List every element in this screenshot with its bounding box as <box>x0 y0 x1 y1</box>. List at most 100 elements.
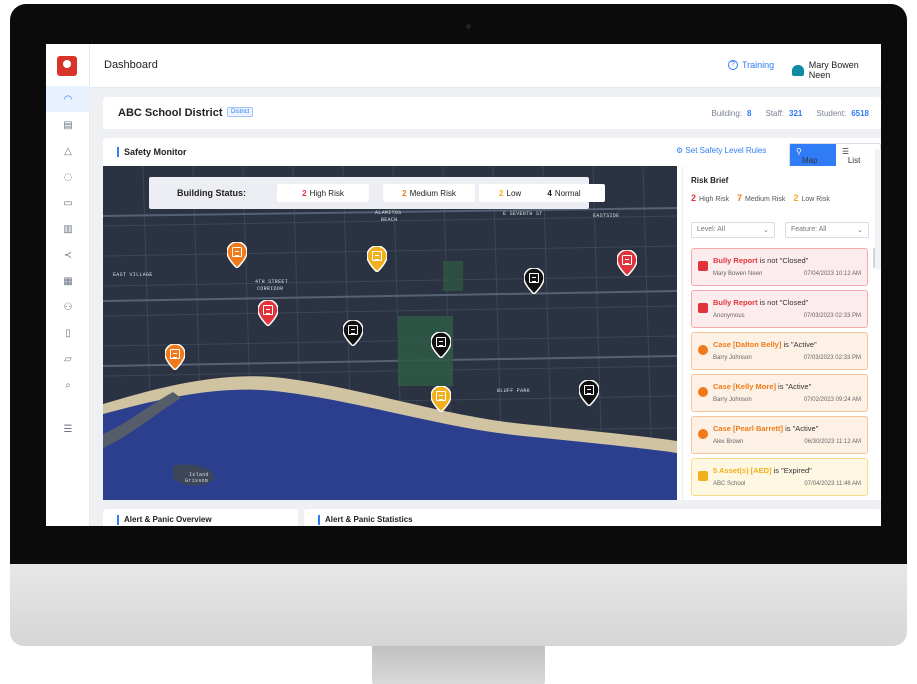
building-pin-medium[interactable] <box>164 343 186 372</box>
bell-icon[interactable]: △ <box>46 138 90 164</box>
building-pin-normal[interactable] <box>578 379 600 408</box>
briefcase-icon[interactable]: ▭ <box>46 190 90 216</box>
asset-icon <box>698 471 708 481</box>
building-pin-high[interactable] <box>257 299 279 328</box>
menu-icon[interactable]: ☰ <box>46 416 90 442</box>
map-label: BEACH <box>381 217 398 223</box>
alert-author: Alex Brown <box>713 439 744 445</box>
folder-icon[interactable]: ▱ <box>46 346 90 372</box>
alert-title: Case [Kelly More] is "Active" <box>713 382 812 391</box>
alert-overview-title: Alert & Panic Overview <box>117 515 212 525</box>
building-icon <box>584 385 594 395</box>
case-icon <box>698 429 708 439</box>
staff-stat: Staff: 321 <box>765 109 803 118</box>
search-icon[interactable]: ⌕ <box>46 372 90 398</box>
alert-title: Case [Pearl Barrett] is "Active" <box>713 424 819 433</box>
building-pin-normal[interactable] <box>523 267 545 296</box>
building-pin-low[interactable] <box>430 385 452 414</box>
safety-monitor-title: Safety Monitor <box>117 147 187 157</box>
building-icon <box>348 325 358 335</box>
building-icon <box>436 391 446 401</box>
document-icon[interactable]: ▥ <box>46 216 90 242</box>
file-icon[interactable]: ▯ <box>46 320 90 346</box>
alert-statistics-title: Alert & Panic Statistics <box>318 515 413 525</box>
list-view-button[interactable]: ☰ List <box>836 144 880 168</box>
chevron-down-icon: ⌄ <box>857 227 863 234</box>
sidebar: ◠ ▤ △ ◌ ▭ ▥ ≺ ▦ ⚇ ▯ ▱ ⌕ ☰ <box>46 44 90 526</box>
chevron-down-icon: ⌄ <box>763 227 769 234</box>
building-pin-medium[interactable] <box>226 241 248 270</box>
map-label: Grissom <box>185 478 209 484</box>
page-title: Dashboard <box>104 59 158 71</box>
safety-monitor-card: Safety Monitor ⚙ Set Safety Level Rules … <box>103 138 881 500</box>
alert-author: Barry Johnson <box>713 397 752 403</box>
status-high-risk[interactable]: 2 High Risk <box>277 184 369 202</box>
user-avatar-icon <box>792 64 804 76</box>
people-icon[interactable]: ⚇ <box>46 294 90 320</box>
report-icon <box>698 303 708 313</box>
alert-item[interactable]: 5 Asset(s) [AED] is "Expired" ABC School… <box>691 458 868 496</box>
alert-time: 07/02/2023 09:24 AM <box>803 397 861 403</box>
alert-time: 07/04/2023 10:12 AM <box>803 271 861 277</box>
building-status-label: Building Status: <box>177 188 246 198</box>
building-pin-high[interactable] <box>616 249 638 278</box>
app-screen: ◠ ▤ △ ◌ ▭ ▥ ≺ ▦ ⚇ ▯ ▱ ⌕ ☰ Dashboard ? Tr… <box>46 44 881 526</box>
training-label: Training <box>742 60 775 70</box>
student-stat: Student: 6518 <box>816 109 869 118</box>
risk-count-low: 2 Low Risk <box>793 193 830 203</box>
risk-brief-counts: 2 High Risk 7 Medium Risk 2 Low Risk <box>691 193 830 203</box>
map-label: EAST VILLAGE <box>113 272 153 278</box>
alert-time: 07/03/2023 02:33 PM <box>803 313 861 319</box>
alert-author: Mary Bowen Neen <box>713 271 763 277</box>
share-icon[interactable]: ≺ <box>46 242 90 268</box>
alert-title: 5 Asset(s) [AED] is "Expired" <box>713 466 812 475</box>
monitor-stand <box>372 640 545 684</box>
alert-item[interactable]: Case [Dalton Belly] is "Active" Barry Jo… <box>691 332 868 370</box>
user-menu[interactable]: Mary Bowen Neen <box>792 60 881 80</box>
feature-filter-select[interactable]: Feature: All ⌄ <box>785 222 869 238</box>
chat-icon[interactable]: ◌ <box>46 164 90 190</box>
map-view-button[interactable]: ⚲ Map <box>790 144 836 168</box>
building-pin-normal[interactable] <box>342 319 364 348</box>
alert-author: Anonymous <box>713 313 745 319</box>
map-label: E SEVENTH ST <box>503 211 543 217</box>
case-icon <box>698 345 708 355</box>
map-label: EASTSIDE <box>593 213 620 219</box>
map-view[interactable]: EAST VILLAGE 4TH STREET CORRIDOR ALAMITO… <box>103 166 677 500</box>
gauge-icon[interactable]: ◠ <box>46 86 90 112</box>
level-filter-select[interactable]: Level: All ⌄ <box>691 222 775 238</box>
building-pin-normal[interactable] <box>430 331 452 360</box>
map-label: BLUFF PARK <box>497 388 531 394</box>
alert-overview-card: Alert & Panic Overview <box>103 509 298 526</box>
status-normal[interactable]: 4 Normal <box>523 184 605 202</box>
map-icon[interactable]: ▤ <box>46 112 90 138</box>
set-safety-rules-link[interactable]: ⚙ Set Safety Level Rules <box>676 146 766 155</box>
alert-item[interactable]: Bully Report is not "Closed" Mary Bowen … <box>691 248 868 286</box>
alert-author: Barry Johnson <box>713 355 752 361</box>
alert-item[interactable]: Case [Pearl Barrett] is "Active" Alex Br… <box>691 416 868 454</box>
app-logo[interactable] <box>57 56 77 76</box>
status-medium-risk[interactable]: 2 Medium Risk <box>383 184 475 202</box>
risk-count-high: 2 High Risk <box>691 193 729 203</box>
risk-brief-panel: Risk Brief 2 High Risk 7 Medium Risk 2 Low … <box>682 166 881 500</box>
report-icon <box>698 261 708 271</box>
case-icon <box>698 387 708 397</box>
alert-item[interactable]: Bully Report is not "Closed" Anonymous 0… <box>691 290 868 328</box>
district-header: ABC School District District Building: 8 … <box>103 97 881 129</box>
building-icon <box>529 273 539 283</box>
building-pin-low[interactable] <box>366 245 388 274</box>
imac-mockup: ◠ ▤ △ ◌ ▭ ▥ ≺ ▦ ⚇ ▯ ▱ ⌕ ☰ Dashboard ? Tr… <box>0 0 917 684</box>
alert-author: ABC School <box>713 481 746 487</box>
training-link[interactable]: ? Training <box>728 60 774 70</box>
building-icon <box>263 305 273 315</box>
alert-title: Bully Report is not "Closed" <box>713 298 809 307</box>
chart-icon[interactable]: ▦ <box>46 268 90 294</box>
building-icon <box>622 255 632 265</box>
building-icon <box>372 251 382 261</box>
alert-title: Case [Dalton Belly] is "Active" <box>713 340 817 349</box>
alert-item[interactable]: Case [Kelly More] is "Active" Barry John… <box>691 374 868 412</box>
map-label: ALAMITOS <box>375 210 402 216</box>
alert-statistics-card: Alert & Panic Statistics <box>304 509 881 526</box>
page-scrollbar[interactable] <box>875 149 881 269</box>
map-label: CORRIDOR <box>257 286 284 292</box>
